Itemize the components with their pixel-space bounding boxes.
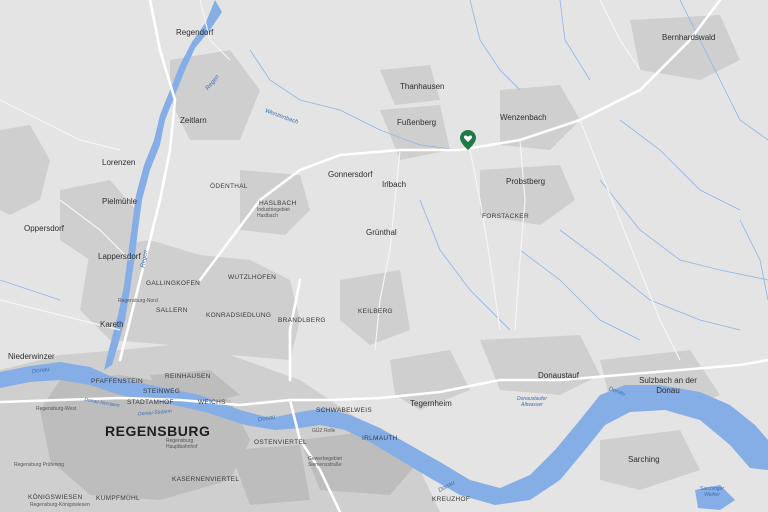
district-label-ostenviertel: OSTENVIERTEL bbox=[254, 439, 307, 446]
place-label-gonnersdorf: Gonnersdorf bbox=[328, 170, 373, 179]
heart-map-pin-icon[interactable] bbox=[459, 129, 477, 151]
place-label-irlbach: Irlbach bbox=[382, 180, 407, 189]
place-label-wenzenbach: Wenzenbach bbox=[500, 113, 547, 122]
water-label-sarchinger-weiher: Sarchinger Weiher bbox=[699, 486, 725, 498]
district-label-reinhausen: REINHAUSEN bbox=[165, 373, 211, 380]
place-label-zeitlarn: Zeitlarn bbox=[180, 116, 207, 125]
place-label-bernhardswald: Bernhardswald bbox=[662, 33, 716, 42]
station-label-regensburg-prufening: Regensburg Prüfening bbox=[14, 462, 65, 468]
water-label-donaustaufer-altwasser: Donaustaufer Altwasser bbox=[516, 396, 548, 408]
district-label-konradsiedlung: KONRADSIEDLUNG bbox=[206, 312, 272, 319]
district-label-sallern: SALLERN bbox=[156, 307, 188, 314]
map-canvas[interactable]: Regendorf Zeitlarn Lorenzen Pielmühle Op… bbox=[0, 0, 768, 512]
district-label-forstacker: FORSTACKER bbox=[482, 213, 529, 220]
district-label-kasernenviertel: KASERNENVIERTEL bbox=[172, 476, 240, 483]
place-label-oppersdorf: Oppersdorf bbox=[24, 224, 65, 233]
district-label-odenthal: ÖDENTHAL bbox=[210, 183, 248, 190]
district-label-wutzlhofen: WUTZLHOFEN bbox=[228, 274, 277, 281]
place-label-thanhausen: Thanhausen bbox=[400, 82, 445, 91]
area-label-gewerbegebiet: Gewerbegebiet Siemensstraße bbox=[308, 456, 342, 468]
place-label-kareth: Kareth bbox=[100, 320, 124, 329]
place-label-fussenberg: Fußenberg bbox=[397, 118, 437, 127]
district-label-steinweg: STEINWEG bbox=[143, 388, 181, 395]
place-label-sarching: Sarching bbox=[628, 455, 660, 464]
place-label-tegernheim: Tegernheim bbox=[410, 399, 452, 408]
place-label-grunthal: Grünthal bbox=[366, 228, 397, 237]
district-label-schwabelweis: SCHWABELWEIS bbox=[316, 407, 372, 414]
district-label-kreuzhof: KREUZHOF bbox=[432, 496, 471, 503]
district-label-gallingkofen: GALLINGKOFEN bbox=[146, 280, 201, 287]
place-label-donaustauf: Donaustauf bbox=[538, 371, 579, 380]
district-label-keilberg: KEILBERG bbox=[358, 308, 393, 315]
place-label-pielmuhle: Pielmühle bbox=[102, 197, 138, 206]
city-label-regensburg: REGENSBURG bbox=[105, 423, 211, 439]
place-label-niederwinzer: Niederwinzer bbox=[8, 352, 55, 361]
area-label-hasebach-industrial: Industriegebiet Haslbach bbox=[257, 207, 290, 219]
place-label-regendorf: Regendorf bbox=[176, 28, 214, 37]
district-label-weichs: WEICHS bbox=[198, 399, 226, 406]
station-label-regensburg-konigswiesen: Regensburg-Königswiesen bbox=[30, 502, 90, 508]
place-label-probstberg: Probstberg bbox=[506, 177, 546, 186]
station-label-regensburg-hbf: Regensburg Hauptbahnhof bbox=[166, 438, 198, 450]
district-label-brandlberg: BRANDLBERG bbox=[278, 317, 326, 324]
place-label-sulzbach: Sulzbach an der Donau bbox=[639, 376, 697, 395]
place-label-lappersdorf: Lappersdorf bbox=[98, 252, 141, 261]
area-label-guz: GÜZ Rolle bbox=[312, 428, 336, 434]
place-label-lorenzen: Lorenzen bbox=[102, 158, 136, 167]
district-label-pfaffenstein: PFAFFENSTEIN bbox=[91, 378, 143, 385]
station-label-regensburg-west: Regensburg-West bbox=[36, 406, 77, 412]
district-label-irlmauth: IRLMAUTH bbox=[362, 435, 398, 442]
district-label-kumpfmuhl: KUMPFMÜHL bbox=[96, 495, 140, 502]
station-label-regensburg-nord: Regensburg-Nord bbox=[118, 298, 158, 304]
